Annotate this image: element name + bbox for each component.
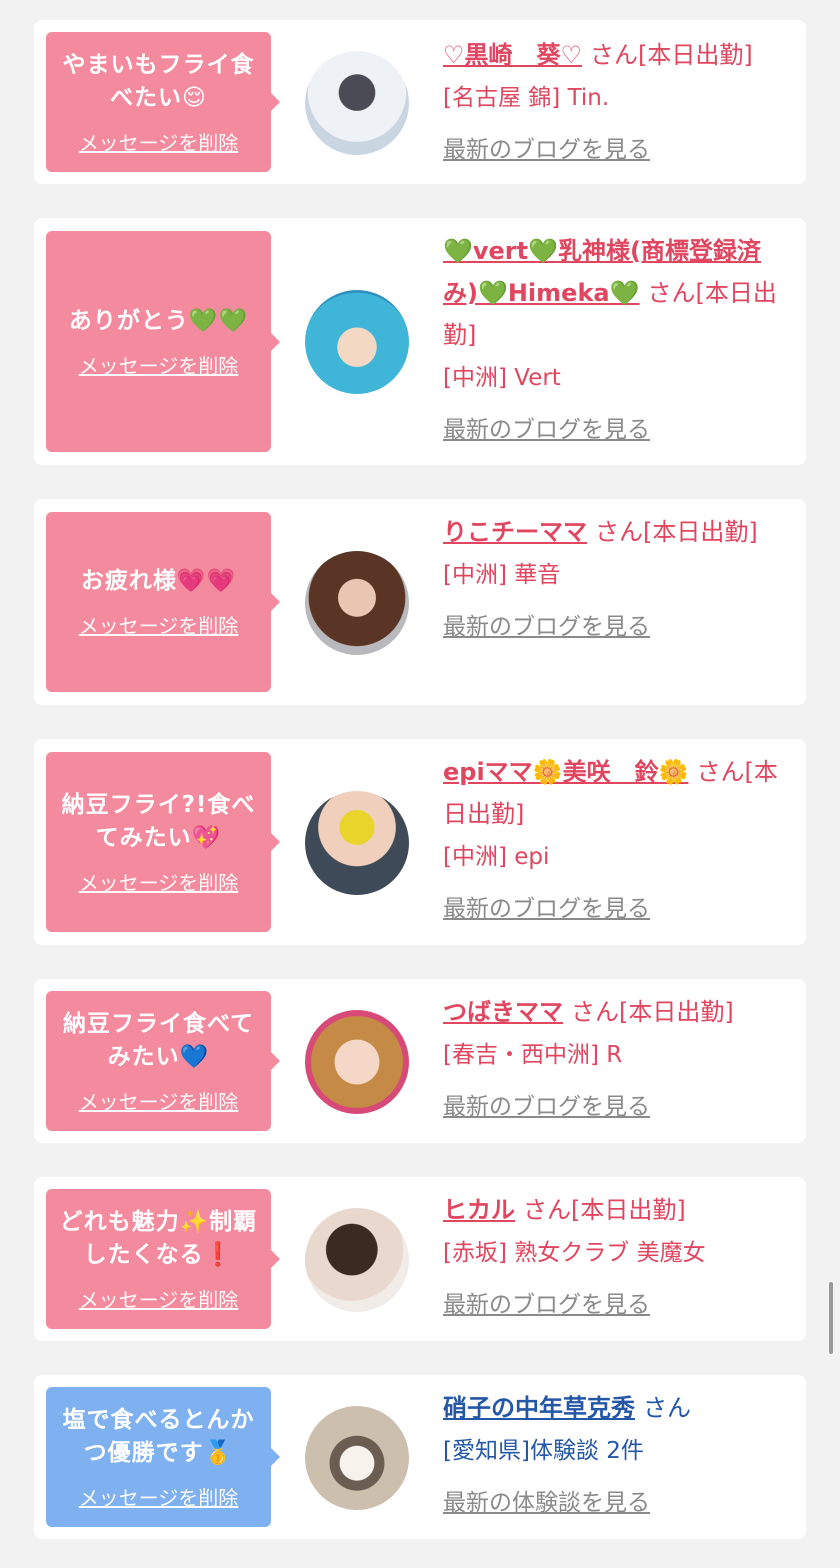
honorific: さん xyxy=(523,1196,571,1224)
latest-blog-link[interactable]: 最新のブログを見る xyxy=(443,1086,793,1128)
delete-message-link[interactable]: メッセージを削除 xyxy=(79,610,239,639)
avatar[interactable] xyxy=(305,791,409,895)
status-text: [本日出勤] xyxy=(638,41,753,69)
store-text: [中洲] epi xyxy=(443,844,550,870)
avatar[interactable] xyxy=(305,551,409,655)
message-text: 塩で食べるとんかつ優勝です🥇 xyxy=(62,1406,255,1466)
delete-message-link[interactable]: メッセージを削除 xyxy=(79,1086,239,1115)
latest-blog-link[interactable]: 最新のブログを見る xyxy=(443,888,793,930)
message-bubble: 塩で食べるとんかつ優勝です🥇 メッセージを削除 xyxy=(46,1387,280,1527)
status-text: [本日出勤] xyxy=(619,998,734,1026)
delete-message-link[interactable]: メッセージを削除 xyxy=(79,1482,239,1511)
status-text: [本日出勤] xyxy=(643,518,758,546)
message-text: やまいもフライ食べたい😌 xyxy=(62,51,255,111)
avatar[interactable] xyxy=(305,1208,409,1312)
avatar[interactable] xyxy=(305,1010,409,1114)
delete-message-link[interactable]: メッセージを削除 xyxy=(79,867,239,896)
honorific: さん xyxy=(590,41,639,69)
avatar[interactable] xyxy=(305,1406,409,1510)
message-card: 塩で食べるとんかつ優勝です🥇 メッセージを削除 硝子の中年草克秀 さん [愛知県]… xyxy=(34,1375,806,1539)
latest-review-link[interactable]: 最新の体験談を見る xyxy=(443,1482,793,1524)
profile-info: 硝子の中年草克秀 さん [愛知県]体験談 2件 最新の体験談を見る xyxy=(443,1387,793,1524)
profile-info: ♡黒崎 葵♡ さん[本日出勤] [名古屋 錦] Tin. 最新のブログを見る xyxy=(443,34,793,171)
honorific: さん xyxy=(696,758,745,786)
message-text: 納豆フライ?!食べてみたい💖 xyxy=(61,791,256,851)
avatar[interactable] xyxy=(305,290,409,394)
latest-blog-link[interactable]: 最新のブログを見る xyxy=(443,1284,793,1326)
status-text: [本日出勤] xyxy=(571,1196,686,1224)
honorific: さん xyxy=(647,279,696,307)
message-bubble: お疲れ様💗💗 メッセージを削除 xyxy=(46,512,280,692)
message-card: やまいもフライ食べたい😌 メッセージを削除 ♡黒崎 葵♡ さん[本日出勤] [名古… xyxy=(34,20,806,184)
message-text: ありがとう💚💚 xyxy=(68,307,249,334)
message-text: どれも魅力✨制覇したくなる❗️ xyxy=(59,1208,258,1268)
message-bubble: やまいもフライ食べたい😌 メッセージを削除 xyxy=(46,32,280,172)
delete-message-link[interactable]: メッセージを削除 xyxy=(79,1284,239,1313)
store-text: [春吉・西中洲] R xyxy=(443,1042,623,1068)
message-card: 納豆フライ食べてみたい💙 メッセージを削除 つばきママ さん[本日出勤] [春吉・… xyxy=(34,979,806,1143)
honorific: さん xyxy=(571,998,619,1026)
profile-info: 💚vert💚乳神様(商標登録済み)💚Himeka💚 さん[本日出勤] [中洲] V… xyxy=(443,230,793,451)
profile-info: ヒカル さん[本日出勤] [赤坂] 熟女クラブ 美魔女 最新のブログを見る xyxy=(443,1189,793,1326)
profile-name-link[interactable]: ヒカル xyxy=(443,1196,515,1224)
scrollbar[interactable] xyxy=(829,1282,833,1354)
store-text: [愛知県]体験談 2件 xyxy=(443,1438,644,1464)
store-text: [中洲] 華音 xyxy=(443,562,561,588)
store-text: [赤坂] 熟女クラブ 美魔女 xyxy=(443,1240,706,1266)
profile-name-link[interactable]: ♡黒崎 葵♡ xyxy=(443,41,582,69)
avatar[interactable] xyxy=(305,51,409,155)
profile-info: つばきママ さん[本日出勤] [春吉・西中洲] R 最新のブログを見る xyxy=(443,991,793,1128)
message-bubble: 納豆フライ?!食べてみたい💖 メッセージを削除 xyxy=(46,752,280,932)
profile-name-link[interactable]: つばきママ xyxy=(443,998,563,1026)
message-bubble: 納豆フライ食べてみたい💙 メッセージを削除 xyxy=(46,991,280,1131)
profile-info: epiママ🌼美咲 鈴🌼 さん[本日出勤] [中洲] epi 最新のブログを見る xyxy=(443,751,793,930)
profile-name-link[interactable]: epiママ🌼美咲 鈴🌼 xyxy=(443,758,688,786)
message-card: お疲れ様💗💗 メッセージを削除 りこチーママ さん[本日出勤] [中洲] 華音 最… xyxy=(34,499,806,705)
message-card: 納豆フライ?!食べてみたい💖 メッセージを削除 epiママ🌼美咲 鈴🌼 さん[本日… xyxy=(34,739,806,945)
store-text: [中洲] Vert xyxy=(443,365,561,391)
message-bubble: どれも魅力✨制覇したくなる❗️ メッセージを削除 xyxy=(46,1189,280,1329)
delete-message-link[interactable]: メッセージを削除 xyxy=(79,127,239,156)
profile-info: りこチーママ さん[本日出勤] [中洲] 華音 最新のブログを見る xyxy=(443,511,793,648)
honorific: さん xyxy=(595,518,643,546)
latest-blog-link[interactable]: 最新のブログを見る xyxy=(443,606,793,648)
message-card: ありがとう💚💚 メッセージを削除 💚vert💚乳神様(商標登録済み)💚Himek… xyxy=(34,218,806,465)
message-text: お疲れ様💗💗 xyxy=(80,568,237,594)
latest-blog-link[interactable]: 最新のブログを見る xyxy=(443,409,793,451)
store-text: [名古屋 錦] Tin. xyxy=(443,85,610,111)
latest-blog-link[interactable]: 最新のブログを見る xyxy=(443,129,793,171)
message-card: どれも魅力✨制覇したくなる❗️ メッセージを削除 ヒカル さん[本日出勤] [赤坂… xyxy=(34,1177,806,1341)
message-text: 納豆フライ食べてみたい💙 xyxy=(62,1010,255,1070)
profile-name-link[interactable]: りこチーママ xyxy=(443,518,587,546)
message-bubble: ありがとう💚💚 メッセージを削除 xyxy=(46,231,280,452)
delete-message-link[interactable]: メッセージを削除 xyxy=(79,350,239,379)
honorific: さん xyxy=(643,1394,691,1422)
profile-name-link[interactable]: 硝子の中年草克秀 xyxy=(443,1394,635,1422)
